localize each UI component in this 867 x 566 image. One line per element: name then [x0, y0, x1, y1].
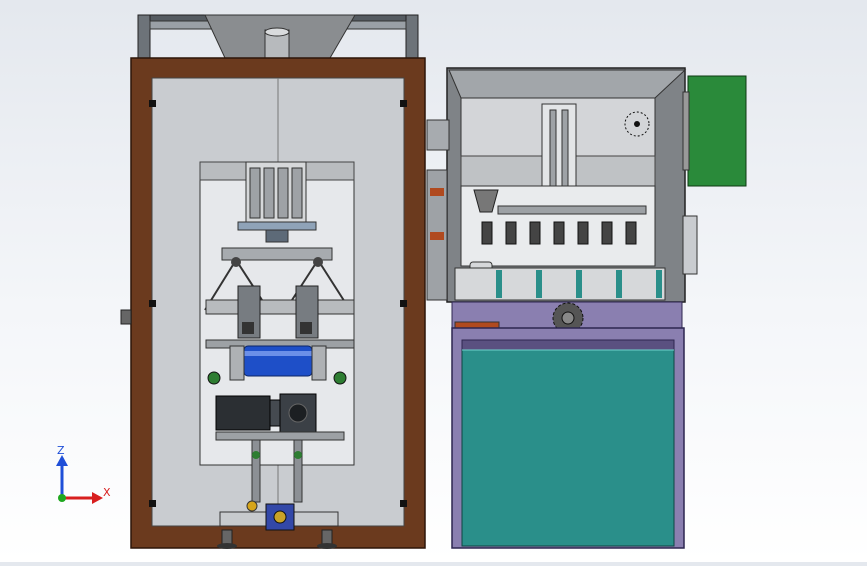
- support-wheel: [252, 451, 260, 459]
- cabinet-door[interactable]: [461, 349, 675, 547]
- x-axis-label: X: [103, 486, 111, 499]
- foot-pad: [217, 543, 237, 549]
- vent-fan-hub: [634, 121, 640, 127]
- enclosure-roof: [448, 69, 687, 99]
- side-motor-box[interactable]: [687, 75, 747, 187]
- leveling-foot: [321, 529, 333, 545]
- left-machine[interactable]: [120, 14, 426, 549]
- dosing-cylinder: [263, 167, 275, 219]
- bolt: [400, 500, 407, 507]
- bolt: [149, 300, 156, 307]
- conveyor-post: [536, 270, 542, 298]
- pivot: [313, 257, 323, 267]
- conveyor-post: [496, 270, 502, 298]
- dosing-cylinder: [277, 167, 289, 219]
- collar-plate: [237, 221, 317, 231]
- reducer-shaft: [273, 510, 287, 524]
- dosing-cylinder: [249, 167, 261, 219]
- drive-gear-hub: [561, 311, 575, 325]
- filling-nozzle: [577, 221, 589, 245]
- motor-flange: [269, 399, 281, 427]
- x-axis-head: [92, 492, 103, 504]
- hopper-spout-top: [264, 27, 290, 37]
- side-motor-mount: [682, 91, 690, 171]
- top-frame-left-post: [137, 14, 151, 61]
- conveyor-post: [656, 270, 662, 298]
- bridge-part: [430, 188, 444, 196]
- forming-collar: [265, 229, 289, 243]
- filling-nozzle: [625, 221, 637, 245]
- right-machine[interactable]: [426, 67, 747, 549]
- hand-knob[interactable]: [246, 500, 258, 512]
- roller-bracket: [311, 345, 327, 381]
- conveyor-guard: [454, 267, 666, 301]
- jaw-block: [300, 322, 312, 334]
- bridge-part: [430, 232, 444, 240]
- actuator-rod: [549, 109, 557, 187]
- pivot: [231, 257, 241, 267]
- pull-roller: [243, 345, 313, 377]
- z-axis-label: Z: [57, 444, 65, 457]
- foot-pad: [317, 543, 337, 549]
- roller-bracket: [229, 345, 245, 381]
- gearbox-shaft: [288, 403, 308, 423]
- filling-nozzle: [505, 221, 517, 245]
- bolt: [400, 300, 407, 307]
- cabinet-top-rail: [461, 339, 675, 351]
- bridge-plate: [426, 119, 450, 151]
- door-handle[interactable]: [120, 309, 132, 325]
- bolt: [400, 100, 407, 107]
- conveyor-post: [576, 270, 582, 298]
- side-bracket: [682, 215, 698, 275]
- dosing-cylinder: [291, 167, 303, 219]
- guide-wheel: [207, 371, 221, 385]
- support-wheel: [294, 451, 302, 459]
- jaw-rail: [205, 299, 355, 315]
- view-triad[interactable]: Z X: [56, 444, 111, 504]
- top-frame-right-post: [405, 14, 419, 61]
- nozzle-rail: [497, 205, 647, 215]
- drive-motor: [215, 395, 271, 431]
- guide-wheel: [333, 371, 347, 385]
- bolt: [149, 500, 156, 507]
- motor-base: [215, 431, 345, 441]
- cad-viewport[interactable]: Z X: [0, 0, 867, 562]
- cad-model-drawing[interactable]: Z X: [0, 0, 867, 562]
- filling-nozzle: [553, 221, 565, 245]
- jaw-block: [242, 322, 254, 334]
- actuator-rod: [561, 109, 569, 187]
- bolt: [149, 100, 156, 107]
- leveling-foot: [221, 529, 233, 545]
- filling-nozzle: [601, 221, 613, 245]
- roller-highlight: [244, 351, 312, 356]
- conveyor-post: [616, 270, 622, 298]
- filling-nozzle: [529, 221, 541, 245]
- support-leg: [293, 439, 303, 503]
- y-axis-dot: [58, 494, 66, 502]
- vertical-actuator: [541, 103, 577, 193]
- support-leg: [251, 439, 261, 503]
- filling-nozzle: [481, 221, 493, 245]
